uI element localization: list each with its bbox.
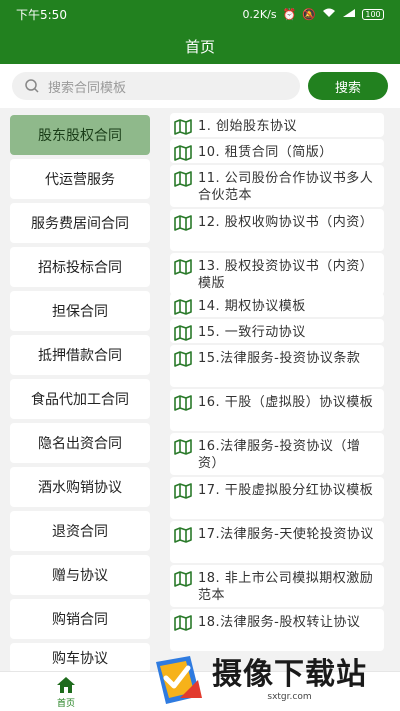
search-row: 搜索合同模板 搜索 — [0, 64, 400, 108]
watermark-url: sxtgr.com — [267, 691, 312, 702]
category-item[interactable]: 代运营服务 — [10, 159, 150, 199]
category-item[interactable]: 退资合同 — [10, 511, 150, 551]
status-indicators: 0.2K/s ⏰ 🔕 100 — [242, 8, 384, 21]
template-label: 13. 股权投资协议书（内资）模版 — [198, 259, 374, 291]
book-map-icon — [174, 571, 192, 587]
book-map-icon — [174, 215, 192, 231]
template-item[interactable]: 17.法律服务-天使轮投资协议 — [170, 521, 384, 563]
mute-icon: 🔕 — [302, 7, 316, 21]
category-item[interactable]: 服务费居间合同 — [10, 203, 150, 243]
network-speed: 0.2K/s — [242, 7, 277, 21]
status-time: 下午5:50 — [16, 7, 67, 22]
book-map-icon — [174, 439, 192, 455]
template-label: 16.法律服务-投资协议（增资） — [198, 439, 361, 471]
search-placeholder: 搜索合同模板 — [48, 80, 127, 96]
book-map-icon — [174, 119, 192, 135]
book-map-icon — [174, 483, 192, 499]
template-item[interactable]: 13. 股权投资协议书（内资）模版 — [170, 253, 384, 295]
template-item[interactable]: 1. 创始股东协议 — [170, 113, 384, 137]
book-map-icon — [174, 395, 192, 411]
search-input[interactable]: 搜索合同模板 — [12, 72, 300, 100]
template-item[interactable]: 16.法律服务-投资协议（增资） — [170, 433, 384, 475]
template-label: 17. 干股虚拟股分红协议模板 — [198, 483, 374, 498]
template-item[interactable]: 17. 干股虚拟股分红协议模板 — [170, 477, 384, 519]
category-item[interactable]: 股东股权合同 — [10, 115, 150, 155]
search-icon — [25, 79, 39, 93]
tab-home[interactable]: 首页 — [44, 676, 88, 709]
category-item[interactable]: 抵押借款合同 — [10, 335, 150, 375]
template-item[interactable]: 10. 租赁合同（简版） — [170, 139, 384, 163]
nav-bar: 首页 — [0, 28, 400, 64]
template-label: 12. 股权收购协议书（内资） — [198, 215, 374, 230]
template-label: 17.法律服务-天使轮投资协议 — [198, 527, 374, 542]
template-item[interactable]: 18.法律服务-股权转让协议 — [170, 609, 384, 651]
template-item[interactable]: 16. 干股（虚拟股）协议模板 — [170, 389, 384, 431]
template-item[interactable]: 15.法律服务-投资协议条款 — [170, 345, 384, 387]
battery-icon: 100 — [362, 8, 384, 20]
template-item[interactable]: 18. 非上市公司模拟期权激励范本 — [170, 565, 384, 607]
template-label: 10. 租赁合同（简版） — [198, 145, 333, 160]
category-item[interactable]: 酒水购销协议 — [10, 467, 150, 507]
book-map-icon — [174, 527, 192, 543]
template-label: 11. 公司股份合作协议书多人合伙范本 — [198, 171, 374, 203]
signal-icon — [342, 8, 356, 21]
book-map-icon — [174, 299, 192, 315]
category-item[interactable]: 招标投标合同 — [10, 247, 150, 287]
template-item[interactable]: 12. 股权收购协议书（内资） — [170, 209, 384, 251]
category-item[interactable]: 购车协议 — [10, 643, 150, 673]
book-map-icon — [174, 351, 192, 367]
template-label: 18. 非上市公司模拟期权激励范本 — [198, 571, 374, 603]
template-label: 1. 创始股东协议 — [198, 119, 298, 134]
category-item[interactable]: 购销合同 — [10, 599, 150, 639]
status-bar: 下午5:50 0.2K/s ⏰ 🔕 100 — [0, 0, 400, 28]
category-item[interactable]: 食品代加工合同 — [10, 379, 150, 419]
template-item[interactable]: 11. 公司股份合作协议书多人合伙范本 — [170, 165, 384, 207]
template-label: 18.法律服务-股权转让协议 — [198, 615, 361, 630]
book-map-icon — [174, 325, 192, 341]
book-map-icon — [174, 171, 192, 187]
template-label: 14. 期权协议模板 — [198, 299, 306, 314]
home-icon — [57, 677, 75, 693]
category-item[interactable]: 担保合同 — [10, 291, 150, 331]
watermark-logo-icon — [156, 655, 202, 704]
book-map-icon — [174, 615, 192, 631]
template-item[interactable]: 15. 一致行动协议 — [170, 319, 384, 343]
template-item[interactable]: 14. 期权协议模板 — [170, 293, 384, 317]
book-map-icon — [174, 145, 192, 161]
template-label: 15.法律服务-投资协议条款 — [198, 351, 361, 366]
watermark-title: 摄像下载站 — [212, 656, 367, 692]
template-label: 15. 一致行动协议 — [198, 325, 306, 340]
book-map-icon — [174, 259, 192, 275]
page-title: 首页 — [184, 37, 215, 56]
category-item[interactable]: 隐名出资合同 — [10, 423, 150, 463]
tab-home-label: 首页 — [56, 699, 75, 709]
watermark: 摄像下载站 sxtgr.com — [150, 648, 396, 711]
template-label: 16. 干股（虚拟股）协议模板 — [198, 395, 374, 410]
alarm-icon: ⏰ — [282, 7, 297, 21]
wifi-icon — [322, 8, 336, 21]
search-button[interactable]: 搜索 — [308, 72, 388, 100]
category-item[interactable]: 赠与协议 — [10, 555, 150, 595]
